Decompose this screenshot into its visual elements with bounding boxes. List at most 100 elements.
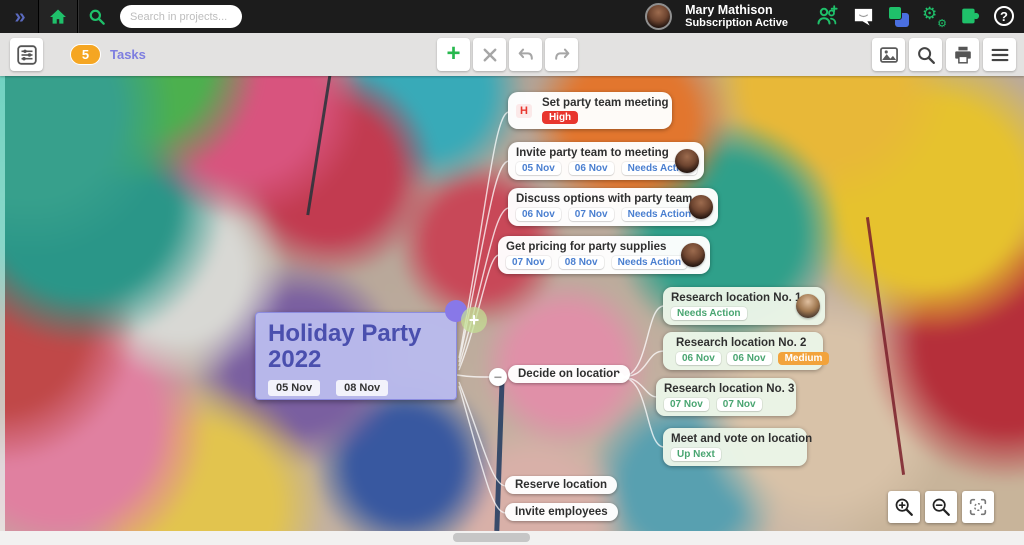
node-set-party-team-meeting[interactable]: H Set party team meeting High (508, 92, 672, 129)
map-toolbar: 5 Tasks + (0, 33, 1024, 76)
scrollbar-thumb[interactable] (453, 533, 530, 542)
mindmap-canvas[interactable]: Holiday Party 2022 05 Nov 08 Nov + H Set… (0, 76, 1024, 531)
help-button[interactable]: ? (994, 6, 1014, 26)
zoom-in-button[interactable] (888, 491, 920, 523)
add-branch-button[interactable]: + (461, 307, 487, 333)
node-get-pricing[interactable]: Get pricing for party supplies 07 Nov 08… (498, 236, 710, 274)
redo-button[interactable] (545, 38, 578, 71)
start-date-chip[interactable]: 05 Nov (516, 162, 561, 175)
root-dates: 05 Nov 08 Nov (268, 380, 444, 396)
start-date-chip[interactable]: 06 Nov (676, 352, 721, 365)
chevrons-right-icon: » (14, 7, 23, 27)
node-invite-employees[interactable]: Invite employees (505, 503, 618, 521)
status-chip[interactable]: Needs Action (622, 208, 698, 221)
task-title: Reserve location (515, 479, 607, 491)
search-input[interactable] (120, 5, 242, 28)
delete-node-button[interactable] (473, 38, 506, 71)
add-user-button[interactable] (815, 4, 839, 28)
branch-connector-dot[interactable] (616, 373, 624, 381)
background-image-button[interactable] (872, 38, 905, 71)
assignee-avatar[interactable] (689, 195, 713, 219)
task-title: Set party team meeting (542, 97, 669, 109)
assignee-avatar[interactable] (675, 149, 699, 173)
start-date-chip[interactable]: 06 Nov (516, 208, 561, 221)
root-end-date-chip[interactable]: 08 Nov (336, 380, 388, 396)
end-date-chip[interactable]: 08 Nov (559, 256, 604, 269)
task-title: Invite party team to meeting (516, 147, 672, 159)
task-title: Decide on location (518, 368, 620, 380)
node-meet-and-vote[interactable]: Meet and vote on location Up Next (663, 428, 807, 466)
node-decide-on-location[interactable]: Decide on location (508, 365, 630, 383)
priority-badge[interactable]: Medium (778, 352, 830, 365)
image-icon (878, 44, 900, 66)
priority-high-icon: H (516, 104, 532, 118)
print-icon (952, 44, 974, 66)
topbar-right: Mary Mathison Subscription Active (645, 3, 1024, 30)
home-icon (48, 7, 68, 27)
assignee-avatar[interactable] (796, 294, 820, 318)
user-avatar[interactable] (645, 3, 672, 30)
magnifier-icon (915, 44, 937, 66)
home-button[interactable] (39, 0, 77, 33)
toolbar-right (872, 38, 1016, 71)
message-icon (852, 5, 875, 28)
status-chip[interactable]: Up Next (671, 448, 721, 461)
zoom-out-icon (930, 496, 952, 518)
task-title: Research location No. 3 (664, 383, 788, 395)
redo-icon (552, 45, 572, 65)
task-title: Research location No. 2 (676, 337, 829, 349)
add-node-button[interactable]: + (437, 38, 470, 71)
find-button[interactable] (909, 38, 942, 71)
print-button[interactable] (946, 38, 979, 71)
gear-small-icon: ⚙ (937, 17, 947, 30)
toolbar-center: + (437, 38, 578, 71)
start-date-chip[interactable]: 07 Nov (664, 398, 709, 411)
status-chip[interactable]: Needs Action (612, 256, 688, 269)
end-date-chip[interactable]: 07 Nov (717, 398, 762, 411)
add-user-icon (815, 4, 839, 28)
end-date-chip[interactable]: 06 Nov (569, 162, 614, 175)
apps-icon (888, 6, 902, 20)
task-title: Research location No. 1 (671, 292, 793, 304)
node-research-location-2[interactable]: Research location No. 2 06 Nov 06 Nov Me… (663, 332, 823, 370)
minus-icon: − (494, 369, 502, 385)
start-date-chip[interactable]: 07 Nov (506, 256, 551, 269)
view-options-button[interactable] (10, 38, 43, 71)
hamburger-icon (989, 44, 1011, 66)
toolbar-left: 5 Tasks (10, 38, 146, 71)
plus-icon: + (446, 42, 460, 66)
root-start-date-chip[interactable]: 05 Nov (268, 380, 320, 396)
zoom-out-button[interactable] (925, 491, 957, 523)
priority-badge[interactable]: High (542, 111, 578, 124)
apps-button[interactable] (888, 6, 909, 27)
status-chip[interactable]: Needs Action (671, 307, 747, 320)
search-button[interactable] (78, 0, 116, 33)
node-holiday-party[interactable]: Holiday Party 2022 05 Nov 08 Nov (255, 312, 457, 400)
node-reserve-location[interactable]: Reserve location (505, 476, 617, 494)
puzzle-icon (959, 5, 981, 27)
collapse-sidebar-button[interactable]: » (0, 0, 38, 33)
undo-button[interactable] (509, 38, 542, 71)
tasks-count-badge[interactable]: 5 (70, 44, 101, 65)
node-invite-party-team[interactable]: Invite party team to meeting 05 Nov 06 N… (508, 142, 704, 180)
fit-to-screen-button[interactable] (962, 491, 994, 523)
task-title: Meet and vote on location (671, 433, 799, 445)
end-date-chip[interactable]: 07 Nov (569, 208, 614, 221)
assignee-avatar[interactable] (681, 243, 705, 267)
end-date-chip[interactable]: 06 Nov (727, 352, 772, 365)
horizontal-scrollbar[interactable] (0, 531, 1024, 545)
node-research-location-3[interactable]: Research location No. 3 07 Nov 07 Nov (656, 378, 796, 416)
subscription-status: Subscription Active (685, 17, 788, 30)
menu-button[interactable] (983, 38, 1016, 71)
help-icon: ? (994, 6, 1014, 26)
node-discuss-options[interactable]: Discuss options with party team 06 Nov 0… (508, 188, 718, 226)
collapse-branch-button[interactable]: − (489, 368, 507, 386)
messages-button[interactable] (852, 5, 875, 28)
node-research-location-1[interactable]: Research location No. 1 Needs Action (663, 287, 825, 325)
root-title: Holiday Party 2022 (268, 321, 444, 373)
tasks-label[interactable]: Tasks (110, 47, 146, 62)
undo-icon (516, 45, 536, 65)
integrations-button[interactable] (959, 5, 981, 27)
settings-button[interactable]: ⚙ ⚙ (922, 4, 946, 28)
app-window: » Mary Mathison Subscription Active (0, 0, 1024, 545)
